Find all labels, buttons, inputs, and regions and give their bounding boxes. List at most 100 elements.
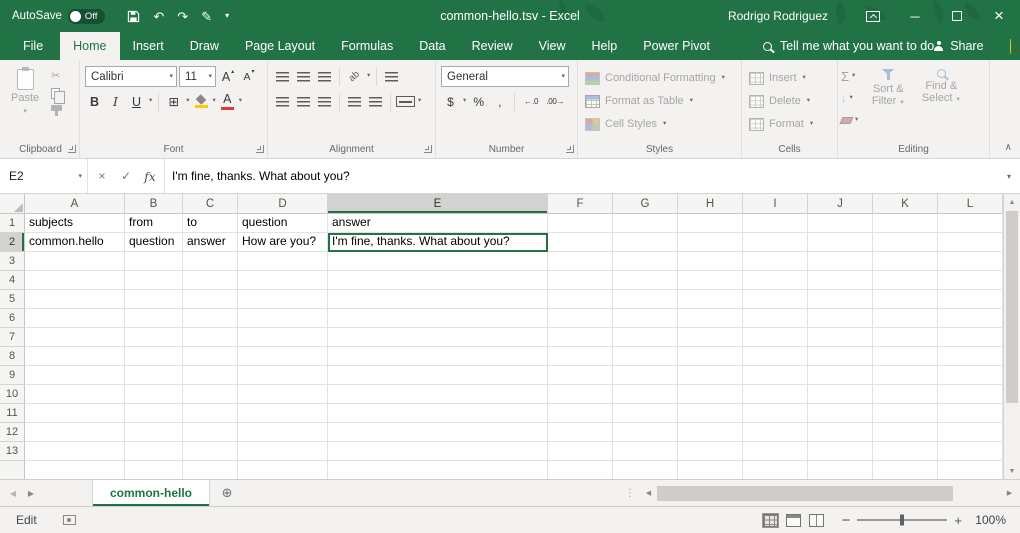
find-select-button[interactable]: Find & Select ▾ (917, 66, 965, 130)
autosave-switch[interactable]: Off (68, 9, 106, 24)
touch-mode-button[interactable]: ✎ (201, 10, 212, 23)
cell-I9[interactable] (743, 366, 808, 385)
cell-H13[interactable] (678, 442, 743, 461)
cell-L1[interactable] (938, 214, 1003, 233)
cell-H4[interactable] (678, 271, 743, 290)
scroll-up-icon[interactable]: ▲ (1004, 194, 1020, 210)
cell-C3[interactable] (183, 252, 238, 271)
cell-J7[interactable] (808, 328, 873, 347)
fill-dropdown-icon[interactable]: ▾ (850, 95, 853, 102)
cell-H14[interactable] (678, 461, 743, 479)
cell-E2[interactable]: I'm fine, thanks. What about you? (328, 233, 548, 252)
fill-color-dropdown-icon[interactable]: ▾ (213, 98, 216, 105)
macro-record-icon[interactable] (63, 515, 76, 525)
cell-D6[interactable] (238, 309, 328, 328)
cell-L14[interactable] (938, 461, 1003, 479)
decrease-indent-button[interactable] (345, 92, 364, 112)
row-header-5[interactable]: 5 (0, 290, 25, 309)
cell-J3[interactable] (808, 252, 873, 271)
cell-F2[interactable] (548, 233, 613, 252)
cell-B13[interactable] (125, 442, 183, 461)
cell-I7[interactable] (743, 328, 808, 347)
orientation-icon[interactable] (345, 67, 364, 87)
horizontal-scrollbar[interactable]: ◀ ▶ (640, 480, 1018, 506)
zoom-slider[interactable] (857, 519, 947, 521)
font-size-combobox[interactable]: 11 ▾ (179, 66, 216, 87)
row-header-8[interactable]: 8 (0, 347, 25, 366)
cell-F9[interactable] (548, 366, 613, 385)
ribbon-tab-file[interactable]: File (6, 32, 60, 60)
cell-H8[interactable] (678, 347, 743, 366)
cell-F14[interactable] (548, 461, 613, 479)
cell-K6[interactable] (873, 309, 938, 328)
sheet-nav-left-button[interactable]: ◀ (4, 480, 22, 506)
cell-H6[interactable] (678, 309, 743, 328)
cell-L7[interactable] (938, 328, 1003, 347)
ribbon-tab-insert[interactable]: Insert (120, 32, 177, 60)
cell-E5[interactable] (328, 290, 548, 309)
wrap-text-button[interactable] (382, 67, 401, 87)
column-header-I[interactable]: I (743, 194, 808, 214)
undo-button[interactable]: ↶ (153, 10, 164, 23)
cell-K2[interactable] (873, 233, 938, 252)
cell-A6[interactable] (25, 309, 125, 328)
cell-F7[interactable] (548, 328, 613, 347)
cell-I14[interactable] (743, 461, 808, 479)
cell-F5[interactable] (548, 290, 613, 309)
cell-E3[interactable] (328, 252, 548, 271)
cell-C2[interactable]: answer (183, 233, 238, 252)
cell-G5[interactable] (613, 290, 678, 309)
insert-function-button[interactable]: fx (138, 159, 162, 193)
cell-A11[interactable] (25, 404, 125, 423)
middle-align-button[interactable] (294, 67, 313, 87)
cell-G8[interactable] (613, 347, 678, 366)
styles-conditional-formatting-button[interactable]: Conditional Formatting▾ (581, 67, 738, 89)
cell-L9[interactable] (938, 366, 1003, 385)
cell-I2[interactable] (743, 233, 808, 252)
cell-G9[interactable] (613, 366, 678, 385)
cell-J4[interactable] (808, 271, 873, 290)
cell-K7[interactable] (873, 328, 938, 347)
ribbon-tab-power-pivot[interactable]: Power Pivot (630, 32, 723, 60)
alignment-dialog-launcher-icon[interactable] (424, 145, 432, 153)
horizontal-scrollbar-thumb[interactable] (657, 486, 953, 501)
cell-C5[interactable] (183, 290, 238, 309)
cell-D11[interactable] (238, 404, 328, 423)
decrease-decimal-icon[interactable]: .00→ (544, 92, 566, 112)
borders-icon[interactable]: ⊞ (164, 92, 183, 112)
scroll-down-icon[interactable]: ▼ (1004, 463, 1020, 479)
ribbon-tab-draw[interactable]: Draw (177, 32, 232, 60)
paste-button[interactable]: Paste ▾ (7, 66, 43, 115)
cell-I3[interactable] (743, 252, 808, 271)
cell-F12[interactable] (548, 423, 613, 442)
user-name[interactable]: Rodrigo Rodriguez (728, 9, 828, 23)
number-format-combobox[interactable]: General ▾ (441, 66, 569, 87)
cell-G14[interactable] (613, 461, 678, 479)
comma-style-icon[interactable]: , (490, 92, 509, 112)
cell-K4[interactable] (873, 271, 938, 290)
cell-L10[interactable] (938, 385, 1003, 404)
sheet-nav-right-button[interactable]: ▶ (22, 480, 40, 506)
center-button[interactable] (294, 92, 313, 112)
number-format-dropdown-icon[interactable]: ▾ (561, 73, 565, 80)
cell-G6[interactable] (613, 309, 678, 328)
cell-K11[interactable] (873, 404, 938, 423)
format-as-table-dropdown-icon[interactable]: ▾ (690, 98, 693, 105)
cell-K8[interactable] (873, 347, 938, 366)
name-box-dropdown-icon[interactable]: ▾ (78, 173, 82, 180)
cell-I4[interactable] (743, 271, 808, 290)
column-header-B[interactable]: B (125, 194, 183, 214)
ribbon-display-options-button[interactable] (852, 0, 894, 32)
expand-formula-bar-icon[interactable]: ▾ (998, 159, 1020, 193)
fill-color-icon[interactable] (195, 96, 208, 108)
font-color-dropdown-icon[interactable]: ▾ (239, 98, 242, 105)
cell-L11[interactable] (938, 404, 1003, 423)
cell-H1[interactable] (678, 214, 743, 233)
cell-H10[interactable] (678, 385, 743, 404)
column-header-F[interactable]: F (548, 194, 613, 214)
cell-C12[interactable] (183, 423, 238, 442)
cell-C8[interactable] (183, 347, 238, 366)
font-name-dropdown-icon[interactable]: ▾ (169, 73, 173, 80)
cell-B10[interactable] (125, 385, 183, 404)
autosave-toggle[interactable]: AutoSave Off (12, 9, 105, 24)
